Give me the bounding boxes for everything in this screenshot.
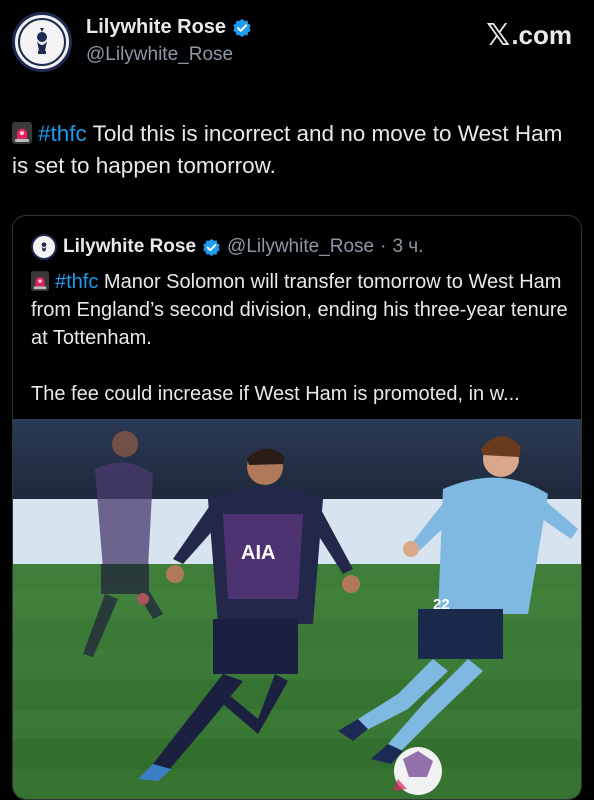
post-body: Told this is incorrect and no move to We… [12,121,563,178]
siren-icon [12,122,32,144]
x-com-label: .com [511,20,572,50]
quoted-handle[interactable]: @Lilywhite_Rose [227,236,374,258]
quoted-hashtag-link[interactable]: #thfc [55,271,98,293]
post-text: #thfc Told this is incorrect and no move… [12,118,582,182]
cockerel-logo-icon [41,242,47,252]
cockerel-logo-icon [37,28,47,54]
author-name-row: Lilywhite Rose [86,16,252,39]
quoted-timestamp[interactable]: 3 ч. [392,236,423,258]
verified-badge-icon [233,18,251,37]
quoted-display-name[interactable]: Lilywhite Rose [63,236,196,258]
avatar[interactable] [12,12,72,72]
author-display-name[interactable]: Lilywhite Rose [86,16,226,39]
quoted-body-1: Manor Solomon will transfer tomorrow to … [31,271,568,349]
verified-badge-icon [203,238,220,256]
x-logo-icon: 𝕏 [486,18,511,53]
post-hashtag-link[interactable]: #thfc [38,121,87,146]
quoted-post-text: #thfc Manor Solomon will transfer tomorr… [31,268,571,408]
separator-dot: · [380,236,387,257]
author-handle[interactable]: @Lilywhite_Rose [86,44,233,66]
football-match-photo[interactable]: AIA 22 [13,419,581,799]
quoted-post-header: Lilywhite Rose @Lilywhite_Rose · 3 ч. [31,234,423,260]
x-com-watermark: 𝕏 .com [486,18,572,53]
quoted-paragraph-2: The fee could increase if West Ham is pr… [31,383,520,405]
quoted-post-card[interactable]: Lilywhite Rose @Lilywhite_Rose · 3 ч. #t… [12,215,582,800]
aia-sponsor-text: AIA [241,542,275,564]
quoted-paragraph-1: #thfc Manor Solomon will transfer tomorr… [31,268,571,352]
post-header: Lilywhite Rose @Lilywhite_Rose 𝕏 .com [10,8,584,78]
quoted-avatar[interactable] [31,234,57,260]
siren-icon [31,271,49,291]
